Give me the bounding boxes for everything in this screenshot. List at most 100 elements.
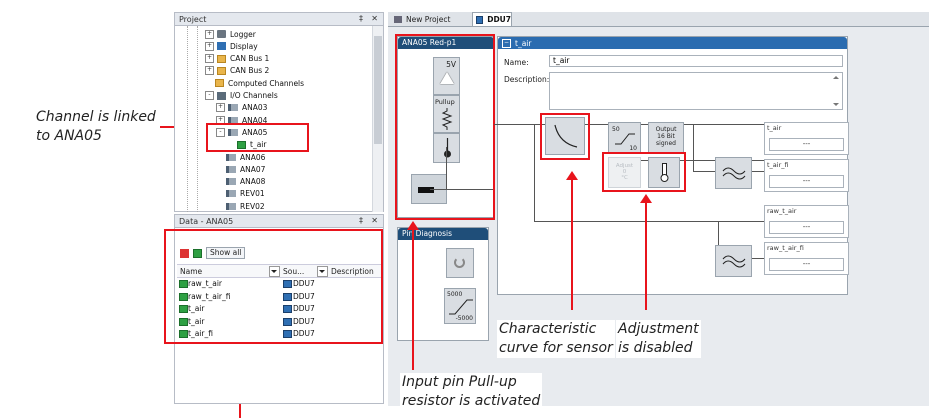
scale-bottom-label: 10 <box>629 145 637 152</box>
highlight-characteristic <box>540 113 590 160</box>
close-icon[interactable]: ✕ <box>371 216 378 225</box>
annotation-arrow-line <box>571 180 573 310</box>
tree-item[interactable]: REV01 <box>216 188 265 200</box>
highlight-data-panel <box>164 229 383 344</box>
folder-icon <box>215 79 224 88</box>
highlight-pin-block <box>395 34 495 220</box>
tree-item-label: REV01 <box>240 189 265 199</box>
data-panel-header: Data - ANA05 ‡ ✕ <box>175 215 383 228</box>
tree-guide <box>197 26 198 212</box>
annotation-pullup: Input pin Pull-up resistor is activated <box>400 373 543 411</box>
collapse-icon[interactable]: − <box>502 38 511 48</box>
name-field[interactable]: t_air <box>549 55 843 67</box>
pin-icon <box>226 202 236 210</box>
ramp-icon <box>449 299 473 315</box>
tab-bar: New Project DDU7 <box>388 12 929 27</box>
channel-header: − t_air <box>498 37 847 49</box>
pin-icon <box>226 190 236 198</box>
pin-icon <box>228 104 238 112</box>
output-box-raw-t-air[interactable]: raw_t_air --- <box>764 205 849 238</box>
pin-diagnosis-panel: Pin Diagnosis 5000 -5000 <box>397 227 489 341</box>
pin-icon <box>226 165 236 173</box>
annotation-channel-linked: Channel is linked to ANA05 <box>36 109 156 144</box>
tree-item[interactable]: - I/O Channels <box>205 90 278 102</box>
tree-item-label: ANA08 <box>240 177 266 187</box>
annotation-arrow-line <box>412 230 414 370</box>
tree-item[interactable]: REV02 <box>216 200 265 212</box>
description-field[interactable] <box>549 72 843 110</box>
expand-icon[interactable]: + <box>205 66 214 76</box>
expand-icon[interactable]: + <box>205 41 214 51</box>
expand-icon[interactable]: + <box>216 103 225 113</box>
tree-item-label: Computed Channels <box>228 78 305 88</box>
pin-icon <box>226 178 236 186</box>
tree-item[interactable]: + ANA03 <box>216 102 267 114</box>
tree-item[interactable]: + CAN Bus 1 <box>205 53 269 65</box>
project-panel: Project ‡ ✕ + Logger + Display + CAN Bus 1 + CA… <box>174 12 384 212</box>
tree-item-label: CAN Bus 2 <box>230 66 270 76</box>
tree-item[interactable]: ANA07 <box>216 163 265 175</box>
scrollbar-thumb[interactable] <box>374 36 382 144</box>
scroll-down-icon[interactable] <box>833 103 839 106</box>
tree-item-label: ANA03 <box>242 103 268 113</box>
filter-block[interactable] <box>715 245 752 277</box>
tree-guide <box>187 26 188 212</box>
range-low-label: -5000 <box>455 315 473 322</box>
expand-icon[interactable]: + <box>205 54 214 64</box>
output-box-raw-t-air-fi[interactable]: raw_t_air_fi --- <box>764 242 849 275</box>
sine-wave-icon <box>722 255 746 268</box>
highlight-adjustment <box>602 152 686 192</box>
display-icon <box>217 42 226 51</box>
output-box-t-air-fi[interactable]: t_air_fi --- <box>764 159 849 192</box>
annotation-arrowhead <box>640 194 652 203</box>
pin-icon <box>226 153 236 161</box>
spinner-icon <box>454 257 465 268</box>
filter-block[interactable] <box>715 157 752 189</box>
description-label: Description: <box>504 75 550 84</box>
output-box-t-air[interactable]: t_air --- <box>764 122 849 155</box>
project-panel-header: Project ‡ ✕ <box>175 13 383 26</box>
tab-new-project[interactable]: New Project <box>392 13 472 25</box>
wire <box>534 221 764 222</box>
tree-item-label: Logger <box>230 29 256 39</box>
tree-item[interactable]: + CAN Bus 2 <box>205 65 269 77</box>
tree-item-label: ANA07 <box>240 164 266 174</box>
highlight-ana05 <box>206 123 309 152</box>
range-high-label: 5000 <box>447 291 463 298</box>
tree-item[interactable]: ANA08 <box>216 176 265 188</box>
io-icon <box>217 91 226 100</box>
collapse-icon[interactable]: - <box>205 91 214 100</box>
output-format-block[interactable]: Output 16 Bit signed <box>648 122 684 154</box>
tree-item[interactable]: Computed Channels <box>205 77 304 89</box>
pin-icon[interactable]: ‡ <box>359 216 363 225</box>
annotation-adjustment: Adjustment is disabled <box>616 320 701 358</box>
expand-icon[interactable]: + <box>205 29 214 39</box>
tab-ddu7[interactable]: DDU7 <box>472 12 512 26</box>
tree-item-label: ANA06 <box>240 152 266 162</box>
annotation-arrowhead <box>566 171 578 180</box>
folder-icon <box>217 54 226 63</box>
folder-icon <box>217 66 226 75</box>
name-label: Name: <box>504 58 529 67</box>
annotation-arrowhead <box>407 221 419 230</box>
wire <box>534 124 535 222</box>
tree-item[interactable]: ANA06 <box>216 151 265 163</box>
device-icon <box>476 15 484 24</box>
scroll-up-icon[interactable] <box>833 76 839 79</box>
tree-item[interactable]: + Logger <box>205 28 256 40</box>
annotation-arrow-line <box>645 203 647 310</box>
diagnosis-spinner-block[interactable] <box>446 248 474 278</box>
wire <box>693 124 694 172</box>
tree-item-label: I/O Channels <box>230 91 278 100</box>
scale-block[interactable]: 50 10 <box>608 122 641 154</box>
pin-icon[interactable]: ‡ <box>359 14 363 23</box>
logger-icon <box>217 30 226 38</box>
tree-scrollbar[interactable] <box>372 26 383 212</box>
diagnosis-range-block[interactable]: 5000 -5000 <box>444 288 476 324</box>
tree-item-label: REV02 <box>240 201 265 211</box>
project-icon <box>394 15 402 23</box>
close-icon[interactable]: ✕ <box>371 14 378 23</box>
scale-line-icon <box>615 133 635 145</box>
tree-item[interactable]: + Display <box>205 40 258 52</box>
annotation-characteristic: Characteristic curve for sensor <box>497 320 615 358</box>
